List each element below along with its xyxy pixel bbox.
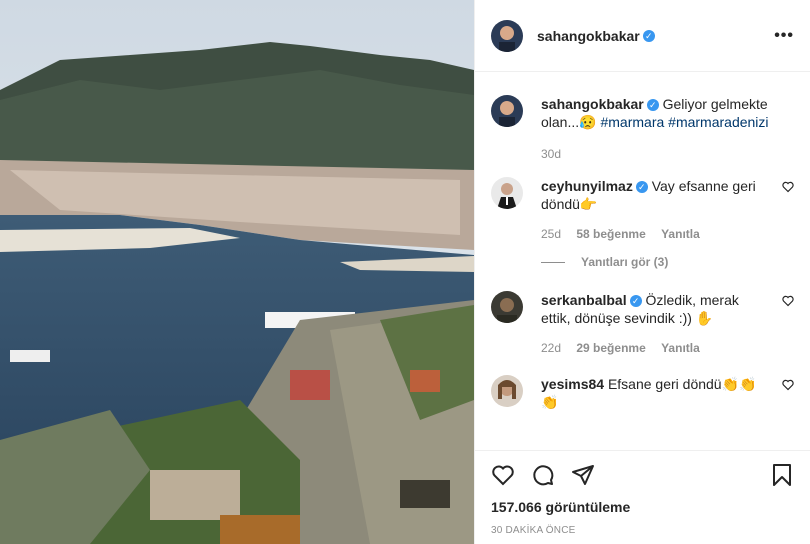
comment-username[interactable]: ceyhunyilmaz [541,178,633,194]
action-bar [491,455,794,495]
view-replies-label: Yanıtları gör (3) [581,255,669,269]
verified-icon: ✓ [629,295,642,308]
caption-body: sahangokbakar ✓ Geliyor gelmekte olan...😥… [541,95,781,163]
hashtag[interactable]: #marmaradenizi [668,114,768,130]
post-timestamp: 30 DAKİKA ÖNCE [491,525,576,536]
commenter-avatar[interactable] [491,375,523,407]
share-icon[interactable] [571,463,595,487]
caption-avatar[interactable] [491,95,523,127]
like-comment-heart-icon[interactable] [782,181,794,193]
comment-item: ceyhunyilmaz ✓ Vay efsanne geri döndü👉 25… [491,177,794,243]
reply-button[interactable]: Yanıtla [661,227,700,241]
comment-likes[interactable]: 29 beğenme [576,341,645,355]
comment-username[interactable]: yesims84 [541,376,604,392]
view-count[interactable]: 157.066 görüntüleme [491,499,794,515]
reply-button[interactable]: Yanıtla [661,341,700,355]
post-video[interactable] [0,0,474,544]
verified-icon: ✓ [646,99,659,112]
hashtag[interactable]: #marmara [600,114,664,130]
like-comment-heart-icon[interactable] [782,295,794,307]
comment-body: serkanbalbal ✓ Özledik, merak ettik, dönü… [541,291,767,357]
post-actions: 157.066 görüntüleme 30 DAKİKA ÖNCE [475,450,810,544]
comment-age: 22d [541,341,562,355]
verified-icon: ✓ [642,29,655,42]
bookmark-icon[interactable] [770,463,794,487]
caption: sahangokbakar ✓ Geliyor gelmekte olan...😥… [491,95,794,163]
replies-divider [541,261,565,263]
commenter-avatar[interactable] [491,177,523,209]
heart-icon[interactable] [491,463,515,487]
comment-body: ceyhunyilmaz ✓ Vay efsanne geri döndü👉 25… [541,177,767,243]
post-header: sahangokbakar ✓ ••• [475,0,810,72]
caption-age: 30d [541,147,562,161]
verified-icon: ✓ [635,181,648,194]
comment-username[interactable]: serkanbalbal [541,292,627,308]
video-frame [0,0,474,544]
post-modal: sahangokbakar ✓ ••• sahangokbakar ✓ Geliy… [0,0,810,544]
comment-item: serkanbalbal ✓ Özledik, merak ettik, dönü… [491,291,794,357]
comment-body: yesims84 Efsane geri döndü👏👏👏 [541,375,767,411]
comment-age: 25d [541,227,562,241]
comment-icon[interactable] [531,463,555,487]
post-sidebar: sahangokbakar ✓ ••• sahangokbakar ✓ Geliy… [474,0,810,544]
commenter-avatar[interactable] [491,291,523,323]
author-username[interactable]: sahangokbakar [537,28,640,44]
view-replies-button[interactable]: Yanıtları gör (3) [541,255,794,269]
comments-list[interactable]: sahangokbakar ✓ Geliyor gelmekte olan...😥… [475,73,810,450]
like-comment-heart-icon[interactable] [782,379,794,391]
comment-item: yesims84 Efsane geri döndü👏👏👏 [491,375,794,411]
author-avatar[interactable] [491,19,523,52]
more-icon[interactable]: ••• [774,27,794,45]
caption-username[interactable]: sahangokbakar [541,96,644,112]
comment-likes[interactable]: 58 beğenme [576,227,645,241]
